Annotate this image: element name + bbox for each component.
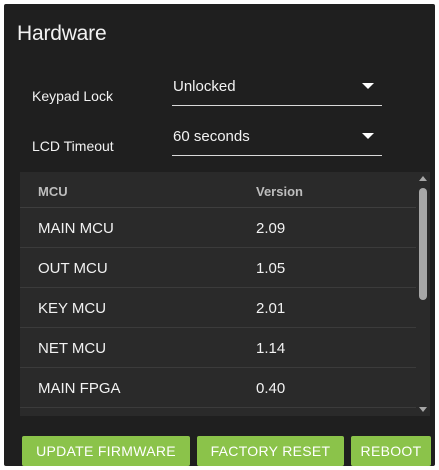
table-row: MAIN MCU 2.09 bbox=[20, 208, 420, 248]
cell-version: 1.14 bbox=[256, 340, 286, 357]
lcd-timeout-label: LCD Timeout bbox=[32, 138, 114, 154]
mcu-version-table: MCU Version MAIN MCU 2.09 OUT MCU 1.05 K… bbox=[20, 172, 420, 416]
table-row: NET MCU 1.14 bbox=[20, 328, 420, 368]
table-row: OUT MCU 1.05 bbox=[20, 248, 420, 288]
table-scrollbar[interactable] bbox=[416, 172, 430, 416]
factory-reset-button[interactable]: FACTORY RESET bbox=[197, 436, 344, 466]
update-firmware-button[interactable]: UPDATE FIRMWARE bbox=[22, 436, 190, 466]
keypad-lock-value: Unlocked bbox=[173, 78, 236, 95]
column-header-version: Version bbox=[256, 184, 303, 199]
panel-title: Hardware bbox=[17, 22, 107, 45]
scroll-down-icon[interactable] bbox=[419, 407, 427, 412]
keypad-lock-label: Keypad Lock bbox=[32, 88, 113, 104]
table-row: KEY MCU 2.01 bbox=[20, 288, 420, 328]
column-header-mcu: MCU bbox=[38, 184, 68, 199]
cell-version: 0.40 bbox=[256, 380, 286, 397]
scroll-up-icon[interactable] bbox=[419, 176, 427, 181]
cell-mcu: MAIN FPGA bbox=[38, 380, 121, 397]
table-row: MAIN FPGA 0.40 bbox=[20, 368, 420, 408]
hardware-panel: Hardware Keypad Lock Unlocked LCD Timeou… bbox=[4, 4, 435, 466]
reboot-button[interactable]: REBOOT bbox=[351, 436, 431, 466]
cell-mcu: OUT MCU bbox=[38, 260, 108, 277]
cell-mcu: NET MCU bbox=[38, 340, 107, 357]
cell-version: 1.05 bbox=[256, 260, 286, 277]
scroll-thumb[interactable] bbox=[419, 188, 427, 300]
table-header: MCU Version bbox=[20, 172, 420, 208]
cell-version: 2.09 bbox=[256, 220, 286, 237]
cell-version: 2.01 bbox=[256, 300, 286, 317]
lcd-timeout-select[interactable]: 60 seconds bbox=[172, 128, 382, 156]
cell-mcu: MAIN MCU bbox=[38, 220, 114, 237]
chevron-down-icon bbox=[362, 83, 374, 89]
keypad-lock-select[interactable]: Unlocked bbox=[172, 78, 382, 106]
table-body: MCU Version MAIN MCU 2.09 OUT MCU 1.05 K… bbox=[20, 172, 420, 408]
lcd-timeout-value: 60 seconds bbox=[173, 128, 250, 145]
chevron-down-icon bbox=[362, 133, 374, 139]
cell-mcu: KEY MCU bbox=[38, 300, 107, 317]
